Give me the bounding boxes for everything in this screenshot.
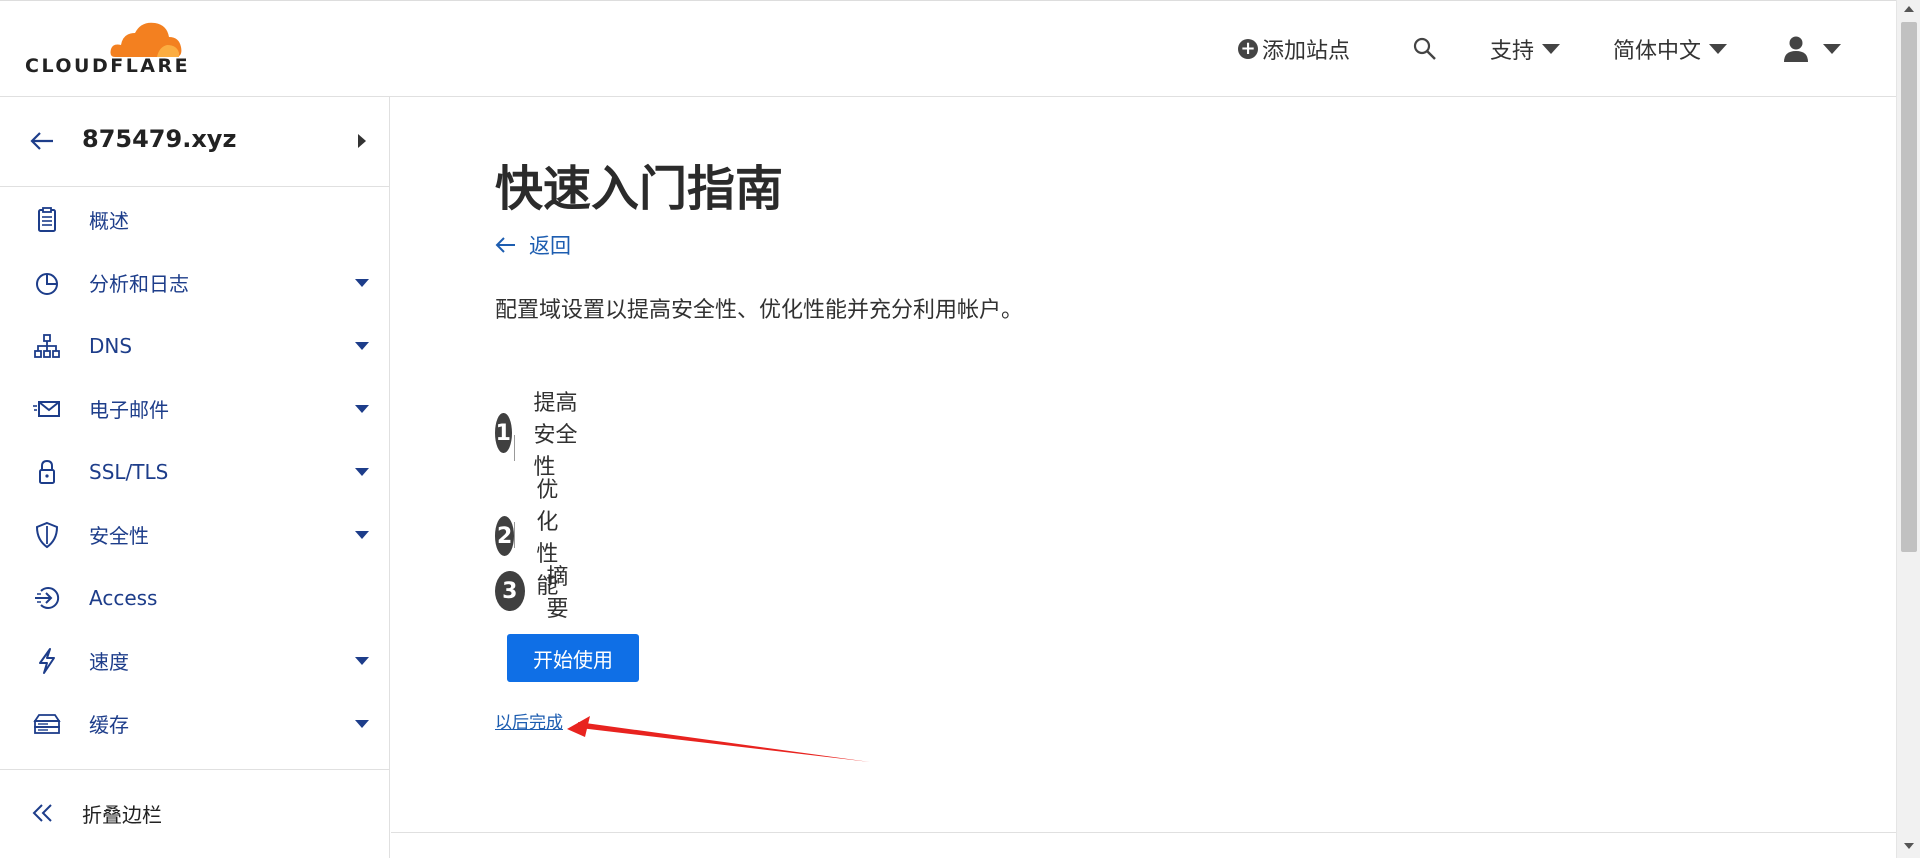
back-arrow-icon[interactable] [28, 127, 56, 155]
sidebar-item-label: 速度 [89, 650, 129, 674]
page-description: 配置域设置以提高安全性、优化性能并充分利用帐户。 [495, 298, 1024, 323]
cloud-logo-icon [110, 22, 182, 57]
sidebar-item-label: 分析和日志 [89, 272, 189, 296]
sidebar-item-analytics-logs[interactable]: 分析和日志 [0, 251, 389, 314]
step-number: 2 [495, 516, 515, 556]
caret-down-icon [355, 404, 369, 413]
step-item: 3 摘要 [495, 559, 579, 623]
caret-down-icon [355, 467, 369, 476]
zone-header: 875479.xyz [0, 97, 389, 187]
page: CLOUDFLARE + 添加站点 支持 简体中文 875479.xyz 概述 … [0, 0, 1920, 858]
caret-down-icon [1709, 44, 1728, 54]
caret-down-icon [355, 341, 369, 350]
sidebar-item-overview[interactable]: 概述 [0, 188, 389, 251]
step-item: 1 提高安全性 [495, 385, 579, 481]
add-site-label: 添加站点 [1262, 39, 1351, 64]
sidebar-menu: 概述 分析和日志 DNS 电子邮件 SSL/TLS 安全性 Access 速度 … [0, 188, 389, 755]
shield-icon [35, 521, 59, 548]
step-number: 3 [495, 571, 525, 611]
divider [391, 832, 1896, 833]
step-number: 1 [495, 413, 512, 453]
language-label: 简体中文 [1613, 39, 1702, 64]
search-button[interactable] [1412, 31, 1438, 67]
user-menu-dropdown[interactable] [1783, 31, 1841, 67]
caret-down-icon [355, 719, 369, 728]
get-started-button[interactable]: 开始使用 [507, 634, 639, 682]
support-dropdown[interactable]: 支持 [1490, 31, 1561, 67]
scroll-up-icon[interactable] [1904, 6, 1914, 12]
main-content: 快速入门指南 返回 配置域设置以提高安全性、优化性能并充分利用帐户。 1 提高安… [391, 97, 1896, 833]
top-navigation-bar: CLOUDFLARE + 添加站点 支持 简体中文 [0, 0, 1896, 97]
scrollbar-thumb[interactable] [1901, 22, 1917, 552]
caret-down-icon [355, 530, 369, 539]
double-chevron-left-icon [32, 804, 52, 822]
back-link-label: 返回 [529, 234, 571, 258]
access-icon [35, 586, 60, 609]
sidebar-item-label: 缓存 [89, 713, 129, 737]
sidebar-item-label: 电子邮件 [89, 398, 169, 422]
caret-down-icon [1542, 44, 1561, 54]
cloudflare-logo[interactable]: CLOUDFLARE [25, 19, 190, 79]
sidebar: 875479.xyz 概述 分析和日志 DNS 电子邮件 SSL/TLS 安全性… [0, 97, 390, 858]
lock-icon [39, 459, 55, 484]
sidebar-item-label: SSL/TLS [89, 459, 169, 484]
back-arrow-icon [495, 237, 515, 253]
step-connector [514, 435, 515, 461]
email-icon [33, 400, 60, 417]
step-connector [514, 522, 515, 548]
plus-circle-icon: + [1238, 39, 1258, 59]
zone-name[interactable]: 875479.xyz [82, 125, 236, 153]
network-icon [34, 333, 60, 358]
sidebar-item-label: 概述 [89, 209, 129, 233]
caret-right-icon[interactable] [358, 134, 366, 148]
page-title: 快速入门指南 [495, 161, 784, 217]
support-label: 支持 [1490, 39, 1535, 64]
search-icon [1413, 37, 1436, 60]
sidebar-item-label: 安全性 [89, 524, 149, 548]
collapse-sidebar-button[interactable]: 折叠边栏 [0, 769, 389, 858]
user-icon [1784, 36, 1808, 62]
add-site-button[interactable]: + 添加站点 [1238, 31, 1350, 67]
step-label: 摘要 [546, 565, 569, 622]
sidebar-item-access[interactable]: Access [0, 566, 389, 629]
caret-down-icon [1823, 44, 1841, 54]
sidebar-item-ssl-tls[interactable]: SSL/TLS [0, 440, 389, 503]
sidebar-item-email[interactable]: 电子邮件 [0, 377, 389, 440]
step-label: 提高安全性 [533, 391, 578, 480]
back-link[interactable]: 返回 [495, 230, 571, 260]
sidebar-item-label: DNS [89, 333, 133, 358]
lightning-icon [39, 647, 55, 674]
sidebar-item-security[interactable]: 安全性 [0, 503, 389, 566]
vertical-scrollbar[interactable] [1896, 0, 1920, 858]
collapse-sidebar-label: 折叠边栏 [82, 803, 162, 827]
logo-text: CLOUDFLARE [25, 55, 191, 77]
caret-down-icon [355, 656, 369, 665]
sidebar-item-dns[interactable]: DNS [0, 314, 389, 377]
sidebar-item-cache[interactable]: 缓存 [0, 692, 389, 755]
storage-icon [33, 713, 61, 734]
clipboard-icon [38, 206, 56, 232]
sidebar-item-label: Access [89, 585, 158, 610]
pie-chart-icon [36, 272, 58, 295]
finish-later-link[interactable]: 以后完成 [495, 708, 563, 733]
sidebar-item-speed[interactable]: 速度 [0, 629, 389, 692]
language-dropdown[interactable]: 简体中文 [1613, 31, 1728, 67]
scroll-down-icon[interactable] [1904, 843, 1914, 849]
caret-down-icon [355, 278, 369, 287]
